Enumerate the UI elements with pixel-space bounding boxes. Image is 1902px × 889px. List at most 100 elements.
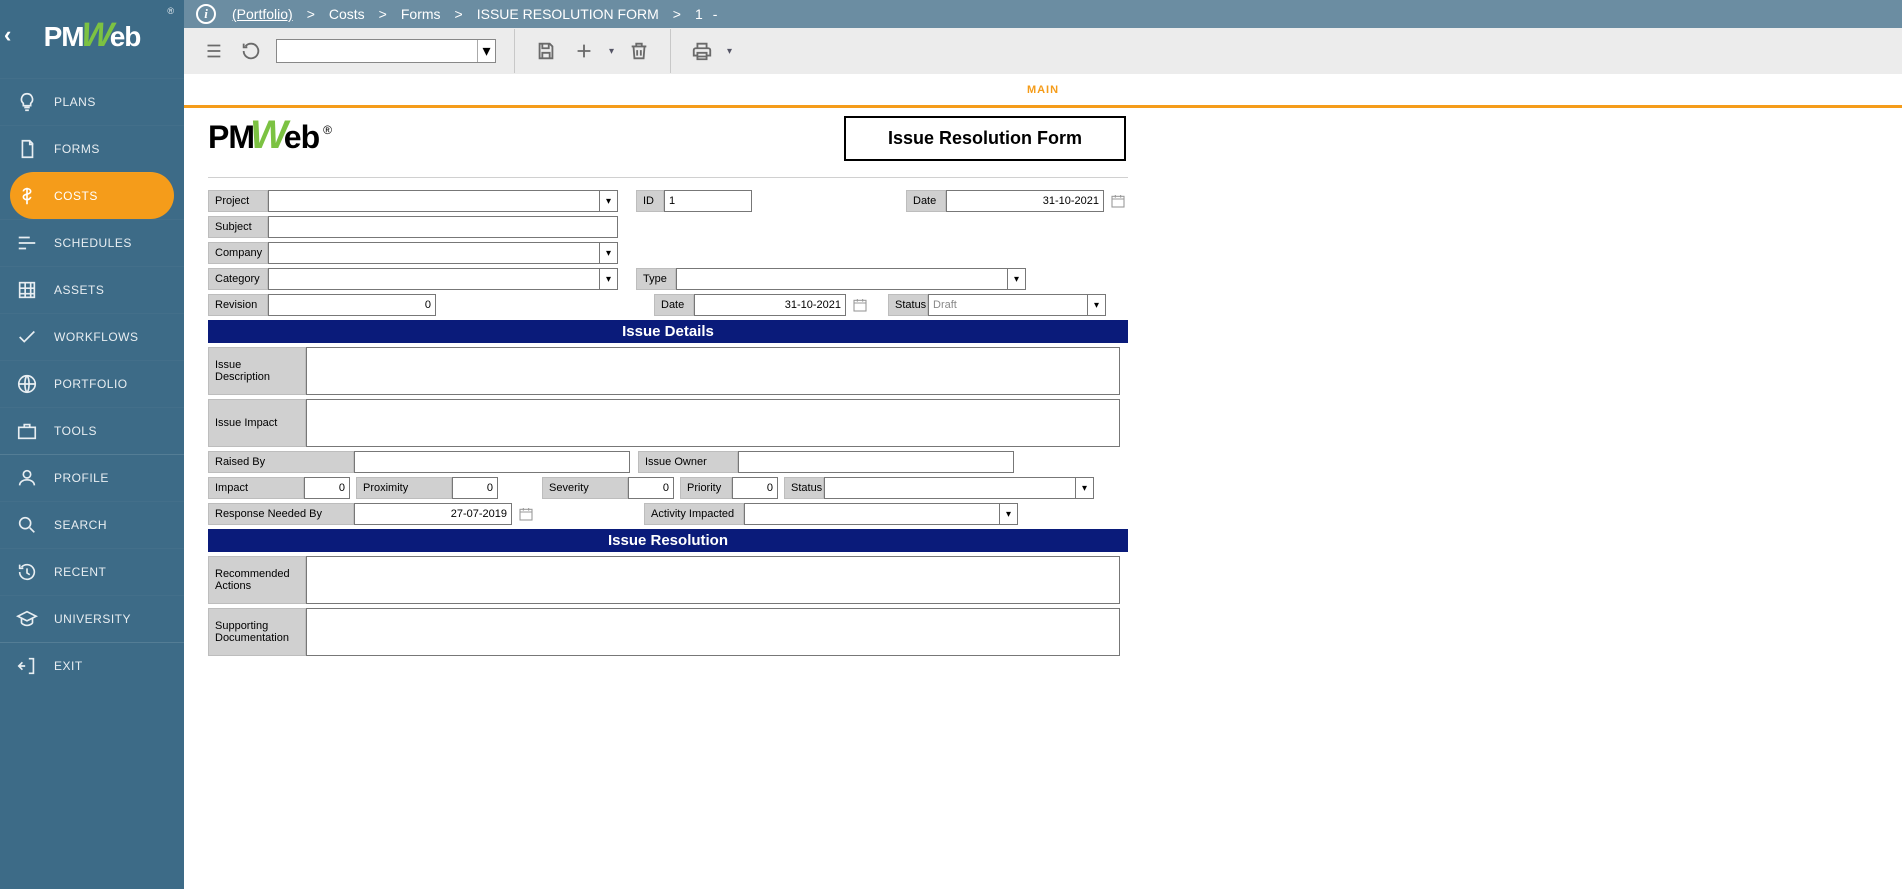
crumb-dash: -	[713, 6, 718, 22]
sidebar-item-costs[interactable]: COSTS	[10, 172, 174, 219]
crumb-form-name[interactable]: ISSUE RESOLUTION FORM	[477, 6, 659, 22]
sidebar-item-workflows[interactable]: WORKFLOWS	[0, 313, 184, 360]
sidebar-item-portfolio[interactable]: PORTFOLIO	[0, 360, 184, 407]
supporting-doc-input[interactable]	[306, 608, 1120, 656]
record-select[interactable]: ▾	[276, 39, 496, 63]
sidebar-item-university[interactable]: UNIVERSITY	[0, 595, 184, 642]
sidebar-item-label: ASSETS	[54, 283, 104, 297]
issue-impact-input[interactable]	[306, 399, 1120, 447]
sidebar-item-label: WORKFLOWS	[54, 330, 139, 344]
label-rec-actions: Recommended Actions	[208, 556, 306, 604]
issue-owner-input[interactable]	[738, 451, 1014, 473]
rev-date-input[interactable]	[694, 294, 846, 316]
crumb-portfolio[interactable]: (Portfolio)	[232, 6, 293, 22]
add-icon[interactable]	[571, 38, 597, 64]
issue-desc-input[interactable]	[306, 347, 1120, 395]
chevron-down-icon[interactable]: ▾	[600, 242, 618, 264]
chevron-down-icon[interactable]: ▾	[477, 40, 495, 62]
chevron-down-icon[interactable]: ▾	[1088, 294, 1106, 316]
status-input[interactable]	[928, 294, 1088, 316]
chevron-down-icon[interactable]: ▾	[1000, 503, 1018, 525]
label-category: Category	[208, 268, 268, 290]
label-project: Project	[208, 190, 268, 212]
section-issue-details: Issue Details	[208, 320, 1128, 343]
sidebar-item-forms[interactable]: FORMS	[0, 125, 184, 172]
label-revision: Revision	[208, 294, 268, 316]
collapse-icon[interactable]: ‹	[4, 22, 11, 48]
info-icon[interactable]: i	[196, 4, 216, 24]
type-input[interactable]	[676, 268, 1008, 290]
chevron-down-icon[interactable]: ▾	[1076, 477, 1094, 499]
sidebar: ‹ PMWeb ® PLANS FORMS COSTS SCHEDULES AS…	[0, 0, 184, 889]
id-input[interactable]	[664, 190, 752, 212]
sidebar-item-tools[interactable]: TOOLS	[0, 407, 184, 454]
history-icon[interactable]	[238, 38, 264, 64]
chevron-down-icon[interactable]: ▾	[600, 190, 618, 212]
chevron-down-icon[interactable]: ▾	[600, 268, 618, 290]
sidebar-item-search[interactable]: SEARCH	[0, 501, 184, 548]
save-icon[interactable]	[533, 38, 559, 64]
impact-input[interactable]	[304, 477, 350, 499]
sidebar-item-plans[interactable]: PLANS	[0, 78, 184, 125]
bulb-icon	[16, 91, 38, 113]
crumb-id: 1	[695, 6, 703, 22]
sidebar-item-recent[interactable]: RECENT	[0, 548, 184, 595]
crumb-forms[interactable]: Forms	[401, 6, 441, 22]
label-issue-desc: Issue Description	[208, 347, 306, 395]
list-icon[interactable]	[200, 38, 226, 64]
label-priority: Priority	[680, 477, 732, 499]
sidebar-item-exit[interactable]: EXIT	[0, 642, 184, 689]
date-input[interactable]	[946, 190, 1104, 212]
label-subject: Subject	[208, 216, 268, 238]
chevron-down-icon[interactable]: ▾	[727, 46, 732, 57]
activity-impacted-input[interactable]	[744, 503, 1000, 525]
sidebar-item-assets[interactable]: ASSETS	[0, 266, 184, 313]
crumb-sep: >	[455, 6, 463, 22]
sidebar-item-label: COSTS	[54, 189, 98, 203]
logo[interactable]: ‹ PMWeb ®	[0, 0, 184, 74]
severity-input[interactable]	[628, 477, 674, 499]
raised-by-input[interactable]	[354, 451, 630, 473]
calendar-icon[interactable]	[1108, 191, 1128, 211]
breadcrumb-bar: i (Portfolio) > Costs > Forms > ISSUE RE…	[184, 0, 1902, 28]
crumb-sep: >	[379, 6, 387, 22]
label-resp-needed: Response Needed By	[208, 503, 354, 525]
label-issue-impact: Issue Impact	[208, 399, 306, 447]
sidebar-item-label: EXIT	[54, 659, 83, 673]
toolbar: ▾ ▾ ▾	[184, 28, 1902, 74]
project-input[interactable]	[268, 190, 600, 212]
chevron-down-icon[interactable]: ▾	[1008, 268, 1026, 290]
rec-actions-input[interactable]	[306, 556, 1120, 604]
label-issue-owner: Issue Owner	[638, 451, 738, 473]
sidebar-item-profile[interactable]: PROFILE	[0, 454, 184, 501]
label-type: Type	[636, 268, 676, 290]
divider	[670, 29, 671, 73]
history-icon	[16, 561, 38, 583]
divider	[514, 29, 515, 73]
chevron-down-icon[interactable]: ▾	[609, 46, 614, 57]
sidebar-item-label: SEARCH	[54, 518, 107, 532]
label-status2: Status	[784, 477, 824, 499]
search-icon	[16, 514, 38, 536]
delete-icon[interactable]	[626, 38, 652, 64]
print-icon[interactable]	[689, 38, 715, 64]
crumb-costs[interactable]: Costs	[329, 6, 365, 22]
category-input[interactable]	[268, 268, 600, 290]
status2-input[interactable]	[824, 477, 1076, 499]
company-input[interactable]	[268, 242, 600, 264]
resp-needed-input[interactable]	[354, 503, 512, 525]
proximity-input[interactable]	[452, 477, 498, 499]
tab-main[interactable]: MAIN	[1027, 84, 1059, 96]
cap-icon	[16, 608, 38, 630]
priority-input[interactable]	[732, 477, 778, 499]
label-raised-by: Raised By	[208, 451, 354, 473]
record-select-input[interactable]	[277, 44, 477, 58]
calendar-icon[interactable]	[516, 504, 536, 524]
label-id: ID	[636, 190, 664, 212]
form-logo: PMWeb®	[208, 119, 332, 158]
revision-input[interactable]	[268, 294, 436, 316]
calendar-icon[interactable]	[850, 295, 870, 315]
sidebar-item-schedules[interactable]: SCHEDULES	[0, 219, 184, 266]
label-date: Date	[906, 190, 946, 212]
subject-input[interactable]	[268, 216, 618, 238]
